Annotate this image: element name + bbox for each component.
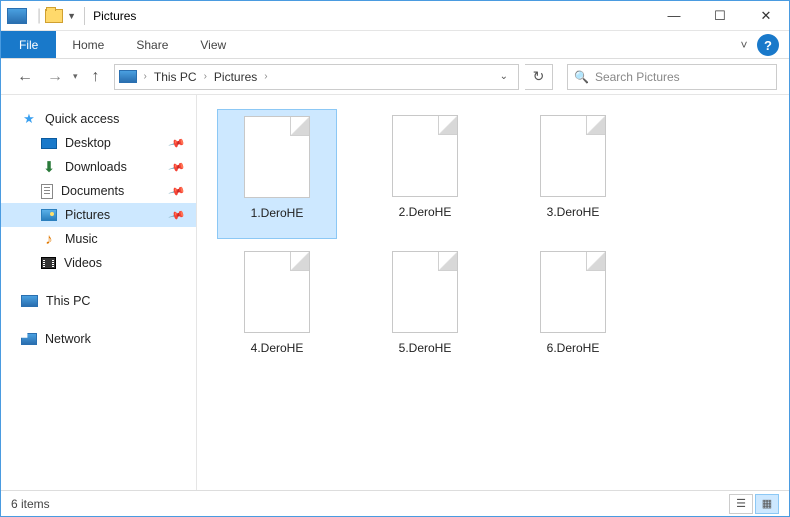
window-title: Pictures — [93, 9, 136, 23]
file-icon — [540, 115, 606, 197]
file-item[interactable]: 3.DeroHE — [513, 109, 633, 239]
recent-locations-icon[interactable]: ▾ — [73, 71, 78, 82]
back-button[interactable]: ← — [13, 65, 37, 89]
sidebar-item-label: Downloads — [65, 160, 127, 174]
sidebar-item-network[interactable]: Network — [1, 327, 196, 351]
chevron-right-icon[interactable]: › — [202, 71, 209, 82]
file-name: 2.DeroHE — [399, 205, 452, 219]
pin-icon: 📌 — [168, 206, 186, 224]
quick-access-toolbar: ▼ — [45, 9, 76, 23]
minimize-button[interactable]: ― — [651, 1, 697, 30]
folder-icon[interactable] — [45, 9, 63, 23]
titlebar-divider — [84, 7, 85, 25]
file-item[interactable]: 6.DeroHE — [513, 245, 633, 375]
navigation-bar: ← → ▾ ↑ › This PC › Pictures › ⌄ ↻ 🔍 — [1, 59, 789, 95]
refresh-button[interactable]: ↻ — [525, 64, 553, 90]
address-dropdown-icon[interactable]: ⌄ — [494, 71, 514, 82]
close-button[interactable]: ✕ — [743, 1, 789, 30]
file-icon — [392, 115, 458, 197]
file-icon — [244, 116, 310, 198]
sidebar-item-desktop[interactable]: Desktop 📌 — [1, 131, 196, 155]
pin-icon: 📌 — [168, 134, 186, 152]
file-name: 1.DeroHE — [251, 206, 304, 220]
documents-icon — [41, 184, 53, 199]
file-item[interactable]: 5.DeroHE — [365, 245, 485, 375]
search-input[interactable] — [595, 70, 770, 84]
file-name: 5.DeroHE — [399, 341, 452, 355]
sidebar-item-label: Desktop — [65, 136, 111, 150]
thumbnails-view-button[interactable]: ▦ — [755, 494, 779, 514]
explorer-window: | ▼ Pictures ― ☐ ✕ File Home Share View … — [0, 0, 790, 517]
item-count: 6 items — [11, 497, 50, 511]
details-view-button[interactable]: ☰ — [729, 494, 753, 514]
system-menu-icon[interactable] — [7, 8, 27, 24]
videos-icon — [41, 257, 56, 269]
navigation-pane: ★ Quick access Desktop 📌 ⬇ Downloads 📌 D… — [1, 95, 197, 490]
file-item[interactable]: 1.DeroHE — [217, 109, 337, 239]
file-icon — [392, 251, 458, 333]
sidebar-item-label: Videos — [64, 256, 102, 270]
tab-view[interactable]: View — [184, 31, 242, 58]
status-bar: 6 items ☰ ▦ — [1, 490, 789, 516]
search-box[interactable]: 🔍 — [567, 64, 777, 90]
file-name: 6.DeroHE — [547, 341, 600, 355]
tab-home[interactable]: Home — [56, 31, 120, 58]
pin-icon: 📌 — [168, 182, 186, 200]
file-icon — [244, 251, 310, 333]
qat-dropdown-icon[interactable]: ▼ — [67, 11, 76, 21]
tab-share[interactable]: Share — [120, 31, 184, 58]
titlebar-sep: | — [37, 7, 41, 25]
file-list[interactable]: 1.DeroHE 2.DeroHE 3.DeroHE 4.DeroHE 5.De… — [197, 95, 789, 490]
forward-button[interactable]: → — [43, 65, 67, 89]
address-bar[interactable]: › This PC › Pictures › ⌄ — [114, 64, 519, 90]
search-icon: 🔍 — [574, 70, 589, 84]
up-button[interactable]: ↑ — [84, 65, 108, 89]
sidebar-item-label: Music — [65, 232, 98, 246]
help-button[interactable]: ? — [757, 34, 779, 56]
sidebar-item-label: Pictures — [65, 208, 110, 222]
downloads-icon: ⬇ — [41, 159, 57, 175]
pictures-icon — [41, 209, 57, 221]
expand-ribbon-icon[interactable]: ˅ — [731, 31, 757, 58]
breadcrumb-root[interactable]: This PC — [152, 70, 199, 84]
quick-access-label: Quick access — [45, 112, 119, 126]
sidebar-item-videos[interactable]: Videos — [1, 251, 196, 275]
network-icon — [21, 333, 37, 345]
sidebar-item-downloads[interactable]: ⬇ Downloads 📌 — [1, 155, 196, 179]
music-icon: ♪ — [41, 231, 57, 247]
chevron-right-icon[interactable]: › — [142, 71, 149, 82]
file-icon — [540, 251, 606, 333]
location-icon — [119, 70, 137, 83]
sidebar-item-documents[interactable]: Documents 📌 — [1, 179, 196, 203]
star-icon: ★ — [21, 111, 37, 127]
sidebar-item-music[interactable]: ♪ Music — [1, 227, 196, 251]
sidebar-item-label: Network — [45, 332, 91, 346]
file-tab[interactable]: File — [1, 31, 56, 58]
file-name: 3.DeroHE — [547, 205, 600, 219]
file-name: 4.DeroHE — [251, 341, 304, 355]
pin-icon: 📌 — [168, 158, 186, 176]
file-item[interactable]: 2.DeroHE — [365, 109, 485, 239]
breadcrumb-folder[interactable]: Pictures — [212, 70, 259, 84]
sidebar-item-this-pc[interactable]: This PC — [1, 289, 196, 313]
this-pc-icon — [21, 295, 38, 307]
sidebar-item-pictures[interactable]: Pictures 📌 — [1, 203, 196, 227]
sidebar-item-label: Documents — [61, 184, 124, 198]
ribbon: File Home Share View ˅ ? — [1, 31, 789, 59]
file-item[interactable]: 4.DeroHE — [217, 245, 337, 375]
titlebar[interactable]: | ▼ Pictures ― ☐ ✕ — [1, 1, 789, 31]
desktop-icon — [41, 138, 57, 149]
sidebar-item-label: This PC — [46, 294, 90, 308]
quick-access-header[interactable]: ★ Quick access — [1, 107, 196, 131]
maximize-button[interactable]: ☐ — [697, 1, 743, 30]
chevron-right-icon[interactable]: › — [262, 71, 269, 82]
